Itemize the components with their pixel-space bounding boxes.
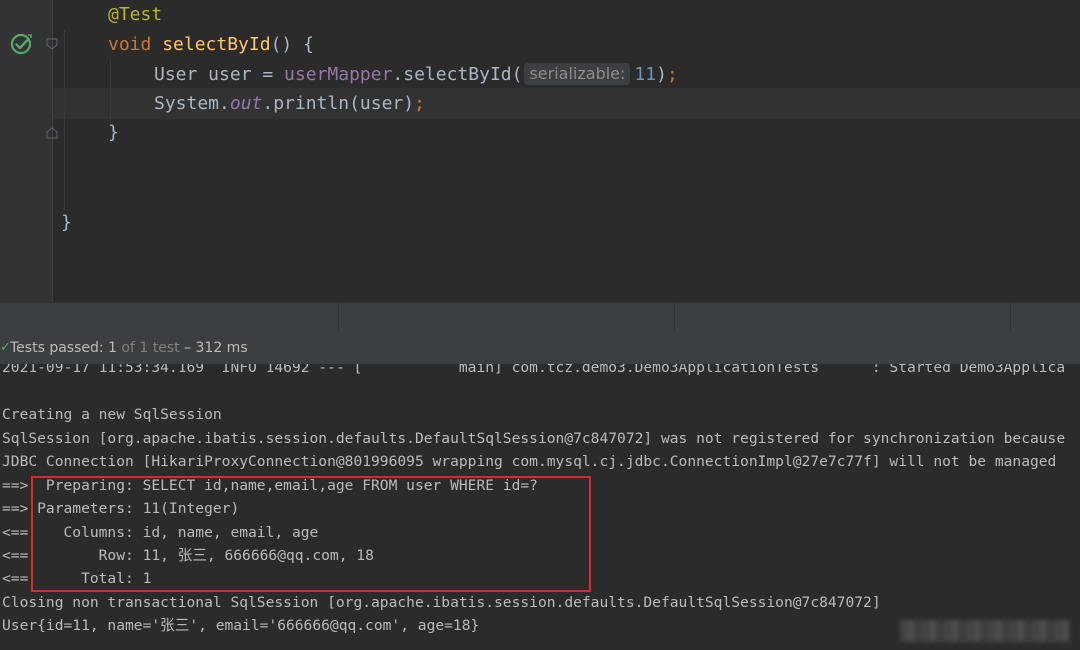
test-status-bar: ✓ Tests passed: 1 of 1 test – 312 ms [0, 332, 1080, 364]
close-paren-token: ) [656, 64, 667, 85]
console-log-line: Creating a new SqlSession [2, 406, 222, 423]
brace-token: } [61, 212, 72, 233]
semicolon-token: ; [666, 64, 678, 85]
code-line-method-close: } [108, 118, 119, 148]
console-log-line: SqlSession [org.apache.ibatis.session.de… [2, 430, 1066, 447]
method-rest-token: () { [270, 34, 314, 55]
println-token: .println(user) [262, 93, 415, 114]
passed-count: 1 [108, 340, 117, 356]
test-passed-run-icon[interactable] [10, 32, 34, 56]
toolbar-segment [338, 303, 675, 333]
number-token: 11 [634, 64, 657, 85]
declaration-token: User user = [154, 64, 285, 85]
semicolon-token: ; [414, 93, 425, 114]
console-log-line: JDBC Connection [HikariProxyConnection@8… [2, 453, 1057, 470]
out-field-token: out [229, 93, 263, 114]
code-line-method-signature: void selectById() { [108, 30, 314, 60]
console-output-line: User{id=11, name='张三', email='666666@qq.… [2, 617, 480, 634]
code-line-class-close: } [61, 208, 72, 238]
keyword-token: void [108, 34, 152, 55]
fold-close-icon[interactable] [46, 127, 58, 139]
indent-guide [110, 60, 111, 120]
console-log-line: 2021-09-17 11:53:34.169 INFO 14692 --- [… [2, 364, 1066, 376]
toolbar-segment [674, 303, 1011, 333]
test-duration: – 312 ms [179, 340, 248, 356]
watermark-blur [900, 620, 1070, 642]
tool-window-splitter[interactable] [0, 302, 1080, 333]
passed-label: Tests passed: [10, 340, 109, 356]
code-editor[interactable]: @Test void selectById() { User user = us… [0, 0, 1080, 302]
brace-token: } [108, 122, 119, 143]
code-line-select-call: User user = userMapper.selectById(serial… [154, 60, 678, 90]
test-total: of 1 test [116, 340, 180, 356]
code-line-annotation: @Test [108, 0, 162, 30]
parameter-hint: serializable: [524, 63, 631, 85]
mapper-field-token: userMapper [284, 64, 393, 85]
fold-open-icon[interactable] [46, 38, 58, 50]
annotation-token: @Test [108, 4, 163, 25]
test-status-text: Tests passed: 1 of 1 test – 312 ms [10, 332, 248, 364]
highlight-box [31, 476, 591, 592]
code-line-println: System.out.println(user); [154, 89, 425, 119]
method-name-token: selectById [162, 34, 271, 55]
system-token: System. [154, 93, 230, 114]
indent-guide [64, 30, 65, 210]
toolbar-segment [0, 303, 339, 333]
console-log-line: Closing non transactional SqlSession [or… [2, 594, 881, 611]
call-token: .selectById( [392, 64, 523, 85]
